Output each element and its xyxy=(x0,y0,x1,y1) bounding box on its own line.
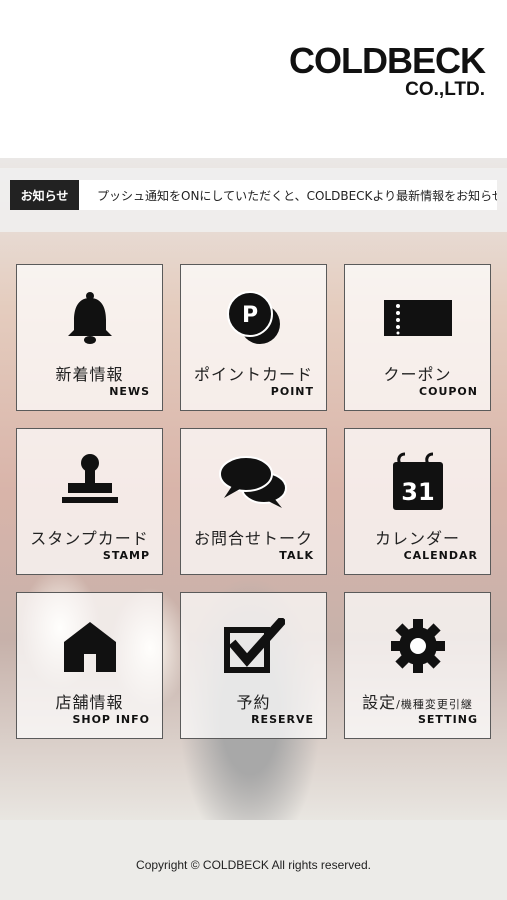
logo-main-text: COLDBECK xyxy=(289,40,486,81)
app-header: COLDBECK CO.,LTD. xyxy=(0,0,507,158)
menu-tile-coupon[interactable]: クーポン COUPON xyxy=(344,264,491,411)
menu-tile-stamp[interactable]: スタンプカード STAMP xyxy=(16,428,163,575)
tile-label-jp: 予約 xyxy=(236,693,271,712)
notice-text: プッシュ通知をONにしていただくと、COLDBECKより最新情報をお知らせします xyxy=(97,188,497,203)
tile-label-jp: ポイントカード xyxy=(193,365,313,384)
ticket-icon xyxy=(345,287,490,349)
tile-label-en: SHOP INFO xyxy=(72,713,150,726)
menu-tile-point[interactable]: P ポイントカード POINT xyxy=(180,264,327,411)
logo-sub-text: CO.,LTD. xyxy=(405,79,485,100)
gear-icon xyxy=(345,615,490,677)
company-logo: COLDBECK CO.,LTD. xyxy=(289,40,486,100)
tile-label-jp: 新着情報 xyxy=(55,365,124,384)
tile-label-jp: お問合せトーク xyxy=(193,529,313,548)
tile-label-en: STAMP xyxy=(102,549,150,562)
tile-label-en: TALK xyxy=(279,549,314,562)
notice-ticker[interactable]: お知らせ プッシュ通知をONにしていただくと、COLDBECKより最新情報をお知… xyxy=(10,180,497,210)
tile-label-jp: カレンダー xyxy=(374,529,460,548)
tile-label-en: NEWS xyxy=(109,385,150,398)
menu-tile-setting[interactable]: 設定/機種変更引継 SETTING xyxy=(344,592,491,739)
menu-tile-talk[interactable]: お問合せトーク TALK xyxy=(180,428,327,575)
menu-tile-news[interactable]: 新着情報 NEWS xyxy=(16,264,163,411)
menu-tile-shop-info[interactable]: 店舗情報 SHOP INFO xyxy=(16,592,163,739)
stamp-icon xyxy=(17,451,162,513)
copyright-text: Copyright © COLDBECK All rights reserved… xyxy=(136,858,371,872)
tile-label-en: POINT xyxy=(270,385,314,398)
calendar-icon: 31 xyxy=(345,451,490,513)
tile-label-jp: スタンプカード xyxy=(30,529,149,548)
tile-label-jp: 設定/機種変更引継 xyxy=(362,693,473,712)
tile-label-en: CALENDAR xyxy=(403,549,478,562)
tile-label-jp-sub: /機種変更引継 xyxy=(396,698,473,711)
tile-label-jp: 店舗情報 xyxy=(55,693,124,712)
svg-text:P: P xyxy=(241,303,257,328)
house-icon xyxy=(17,615,162,677)
tile-label-en: COUPON xyxy=(419,385,478,398)
tile-label-en: SETTING xyxy=(417,713,478,726)
point-coin-icon: P xyxy=(181,287,326,349)
tile-label-en: RESERVE xyxy=(251,713,314,726)
menu-tile-reserve[interactable]: 予約 RESERVE xyxy=(180,592,327,739)
bell-icon xyxy=(17,287,162,349)
menu-tile-calendar[interactable]: 31 カレンダー CALENDAR xyxy=(344,428,491,575)
notice-label: お知らせ xyxy=(10,180,79,210)
svg-text:31: 31 xyxy=(401,478,434,506)
checkbox-icon xyxy=(181,615,326,677)
menu-grid: 新着情報 NEWS P ポイントカード POINT クーポン COUPON スタ… xyxy=(16,264,492,739)
chat-bubbles-icon xyxy=(181,451,326,513)
tile-label-jp: クーポン xyxy=(383,365,452,384)
